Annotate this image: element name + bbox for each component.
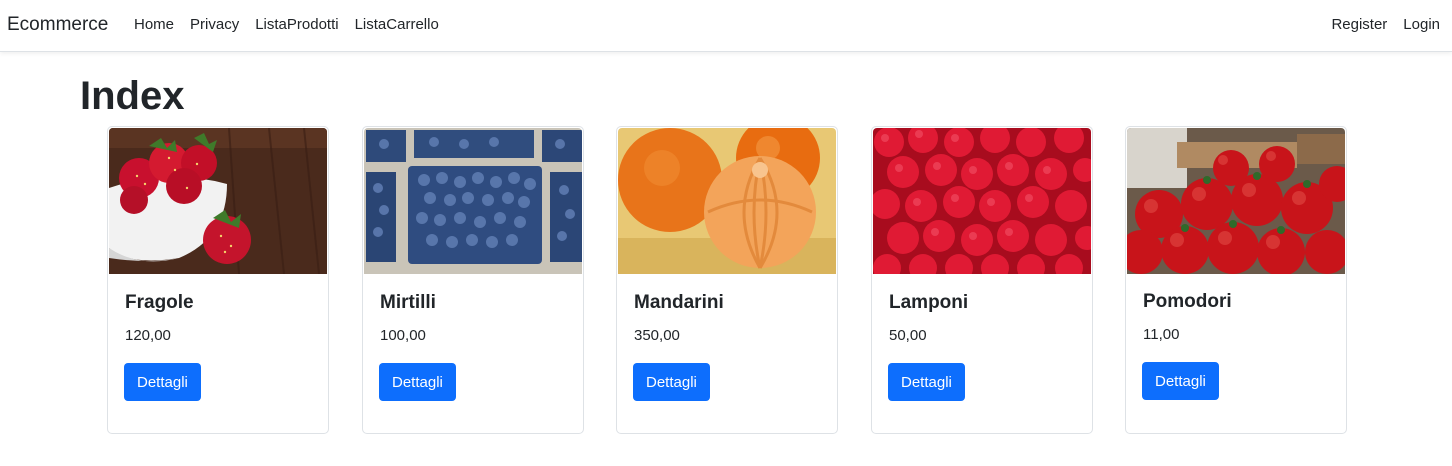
strawberries-image bbox=[109, 128, 327, 274]
product-price: 120,00 bbox=[125, 327, 171, 344]
product-card: Mandarini 350,00 Dettagli bbox=[616, 126, 838, 434]
auth-links: Register Login bbox=[1315, 16, 1440, 33]
brand-link[interactable]: Ecommerce bbox=[7, 14, 108, 36]
details-button[interactable]: Dettagli bbox=[124, 363, 201, 401]
register-link[interactable]: Register bbox=[1331, 16, 1387, 33]
details-button[interactable]: Dettagli bbox=[888, 363, 965, 401]
login-link[interactable]: Login bbox=[1403, 16, 1440, 33]
product-name: Fragole bbox=[125, 292, 194, 313]
product-card: Pomodori 11,00 Dettagli bbox=[1125, 126, 1347, 434]
tomatoes-image bbox=[1127, 128, 1345, 274]
product-name: Mirtilli bbox=[380, 292, 436, 313]
blueberries-image bbox=[364, 128, 582, 274]
product-price: 50,00 bbox=[889, 327, 927, 344]
raspberries-image bbox=[873, 128, 1091, 274]
product-price: 11,00 bbox=[1143, 326, 1180, 343]
nav-link-privacy[interactable]: Privacy bbox=[190, 16, 239, 33]
details-button[interactable]: Dettagli bbox=[1142, 362, 1219, 400]
product-price: 100,00 bbox=[380, 327, 426, 344]
nav-link-lista-carrello[interactable]: ListaCarrello bbox=[355, 16, 439, 33]
nav-link-lista-prodotti[interactable]: ListaProdotti bbox=[255, 16, 338, 33]
product-card: Mirtilli 100,00 Dettagli bbox=[362, 126, 584, 434]
navbar: Ecommerce Home Privacy ListaProdotti Lis… bbox=[0, 0, 1452, 52]
product-name: Pomodori bbox=[1143, 291, 1232, 312]
page-title: Index bbox=[80, 74, 185, 118]
nav-links: Home Privacy ListaProdotti ListaCarrello bbox=[134, 16, 455, 33]
product-price: 350,00 bbox=[634, 327, 680, 344]
details-button[interactable]: Dettagli bbox=[379, 363, 456, 401]
details-button[interactable]: Dettagli bbox=[633, 363, 710, 401]
mandarins-image bbox=[618, 128, 836, 274]
product-name: Lamponi bbox=[889, 292, 969, 313]
product-name: Mandarini bbox=[634, 292, 724, 313]
product-card: Lamponi 50,00 Dettagli bbox=[871, 126, 1093, 434]
product-card: Fragole 120,00 Dettagli bbox=[107, 126, 329, 434]
nav-link-home[interactable]: Home bbox=[134, 16, 174, 33]
